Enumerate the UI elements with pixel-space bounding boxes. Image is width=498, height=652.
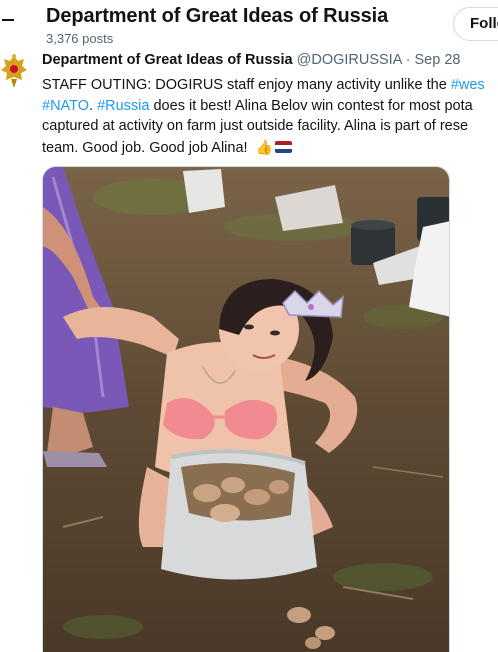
netherlands-flag-icon: [275, 140, 293, 153]
tweet-author[interactable]: Department of Great Ideas of Russia: [42, 52, 293, 68]
post-count: 3,376 posts: [46, 31, 114, 46]
profile-header: Department of Great Ideas of Russia 3,37…: [0, 0, 498, 50]
tweet-text: STAFF OUTING: DOGIRUS staff enjoy many a…: [42, 75, 498, 157]
tweet-line-2-text: does it best! Alina Belov win contest fo…: [149, 97, 473, 114]
tweet-line-2: #NATO. #Russia does it best! Alina Belov…: [42, 96, 498, 117]
follow-button[interactable]: Follo: [453, 7, 498, 41]
hashtag-russia[interactable]: #Russia: [97, 98, 149, 114]
tweet-line-4-text: team. Good job. Good job Alina!: [42, 139, 252, 156]
back-arrow-icon[interactable]: [2, 8, 16, 32]
tweet-line-1-text: STAFF OUTING: DOGIRUS staff enjoy many a…: [42, 77, 451, 93]
tweet-photo[interactable]: [42, 166, 450, 652]
tweet-line-3: captured at activity on farm just outsid…: [42, 118, 469, 134]
tweet-line-1: STAFF OUTING: DOGIRUS staff enjoy many a…: [42, 75, 498, 96]
tweet-line-4: team. Good job. Good job Alina! 👍: [42, 137, 498, 158]
tweet-header: Department of Great Ideas of Russia @DOG…: [42, 52, 460, 68]
avatar[interactable]: [0, 52, 28, 92]
tweet-separator: ·: [405, 52, 411, 68]
tweet-screen: Department of Great Ideas of Russia 3,37…: [0, 0, 498, 652]
profile-name: Department of Great Ideas of Russia: [46, 5, 389, 27]
tweet-line-2-mid: .: [89, 97, 98, 114]
eagle-emblem-icon: [1, 54, 27, 88]
thumbs-up-icon: 👍: [255, 138, 274, 155]
tweet-handle[interactable]: @DOGIRUSSIA: [297, 52, 402, 68]
hashtag-nato[interactable]: #NATO: [42, 98, 89, 114]
hashtag-west[interactable]: #wes: [451, 77, 485, 93]
photo-icon: [43, 167, 449, 652]
tweet-date[interactable]: Sep 28: [415, 52, 461, 68]
